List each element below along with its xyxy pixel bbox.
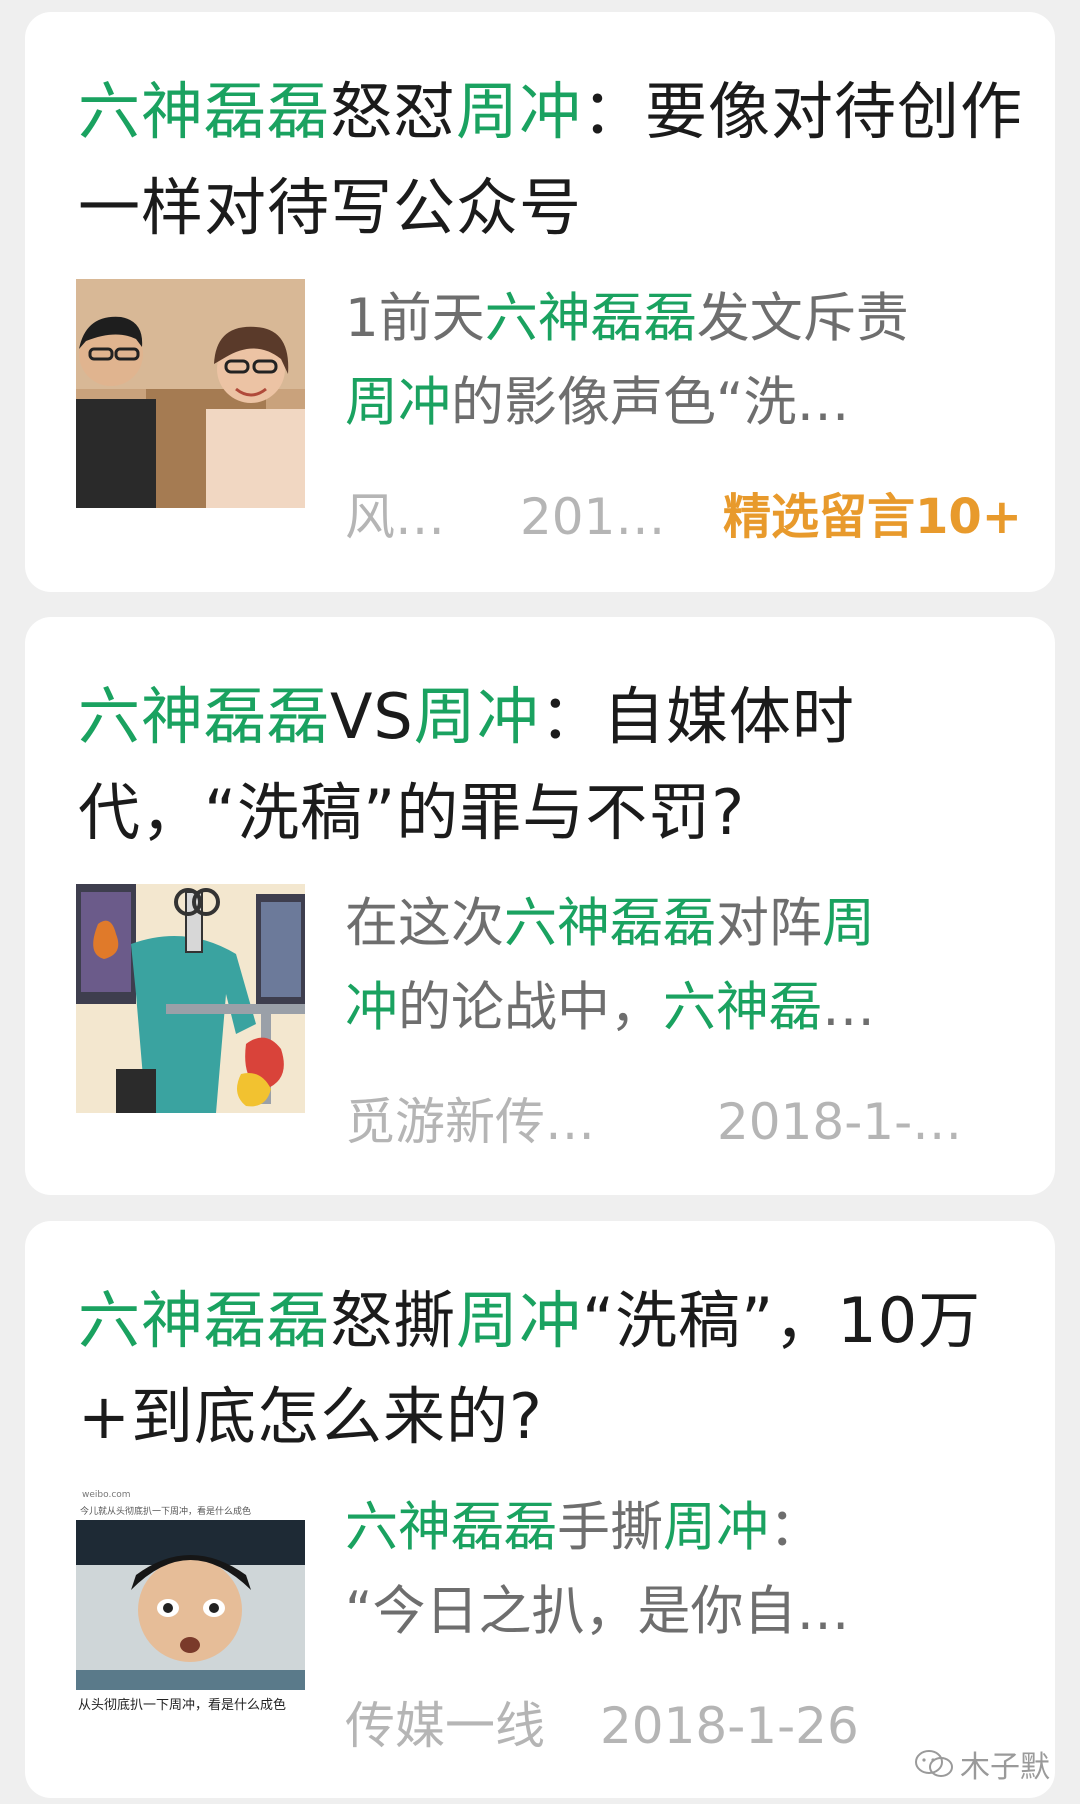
snippet-line: 在这次六神磊磊对阵周 [345, 882, 1035, 966]
keyword-highlight: 冲 [345, 977, 398, 1038]
text-fragment: ： [769, 1497, 822, 1558]
snippet-line: “今日之扒，是你自… [345, 1570, 1035, 1654]
thumb-top-caption: 今儿就从头彻底扒一下周冲，看是什么成色 [80, 1507, 252, 1517]
text-fragment: 发文斥责 [696, 288, 909, 349]
result-snippet: 1前天六神磊磊发文斥责 周冲的影像声色“洗… [345, 277, 1035, 445]
result-thumbnail[interactable]: weibo.com 今儿就从头彻底扒一下周冲，看是什么成色 从头彻底扒一下周冲，… [76, 1488, 305, 1717]
photo-two-people-icon [76, 279, 305, 508]
keyword-highlight: 六神磊 [663, 977, 822, 1038]
result-source: 传媒一线 [345, 1697, 545, 1755]
search-result-card[interactable]: 六神磊磊怒撕周冲“洗稿”，10万+到底怎么来的? weibo.com 今儿就从头… [25, 1221, 1055, 1798]
result-date: 2018-1-26 [600, 1697, 859, 1755]
search-result-card[interactable]: 六神磊磊VS周冲：自媒体时代，“洗稿”的罪与不罚? 在这次六神磊磊对阵周 冲的论… [25, 617, 1055, 1195]
watermark: 木子默 [914, 1742, 1050, 1786]
result-title[interactable]: 六神磊磊VS周冲：自媒体时代，“洗稿”的罪与不罚? [78, 669, 978, 861]
result-snippet: 在这次六神磊磊对阵周 冲的论战中，六神磊… [345, 882, 1035, 1050]
keyword-highlight: 周冲 [456, 75, 583, 148]
keyword-highlight: 周 [822, 893, 875, 954]
wechat-icon [915, 1750, 953, 1777]
keyword-highlight: 周冲 [663, 1497, 769, 1558]
result-source: 觅游新传… [345, 1093, 595, 1151]
text-fragment: 在这次 [345, 893, 504, 954]
result-date: 201… [520, 488, 666, 546]
keyword-highlight: 六神磊磊 [484, 288, 697, 349]
keyword-highlight: 周冲 [413, 680, 540, 753]
keyword-highlight: 六神磊磊 [504, 893, 716, 954]
watermark-text: 木子默 [960, 1750, 1050, 1785]
keyword-highlight: 周冲 [345, 372, 451, 433]
result-meta: 风… 201… 精选留言10+ [345, 482, 1045, 552]
keyword-highlight: 六神磊磊 [78, 75, 331, 148]
text-fragment: 手撕 [557, 1497, 663, 1558]
snippet-line: 1前天六神磊磊发文斥责 [345, 277, 1035, 361]
weibo-screenshot-meme-icon [76, 1520, 305, 1690]
comments-badge: 精选留言10+ [723, 489, 1023, 545]
text-fragment: 对阵 [716, 893, 822, 954]
text-fragment: 1前天 [345, 288, 485, 349]
thumb-bottom-caption: 从头彻底扒一下周冲，看是什么成色 [78, 1698, 287, 1713]
text-fragment: … [822, 977, 875, 1038]
keyword-highlight: 六神磊磊 [78, 680, 331, 753]
result-meta: 觅游新传… 2018-1-… [345, 1087, 1045, 1157]
snippet-line: 冲的论战中，六神磊… [345, 966, 1035, 1050]
text-fragment: VS [330, 680, 414, 753]
result-snippet: 六神磊磊手撕周冲： “今日之扒，是你自… [345, 1486, 1035, 1654]
thumb-url: weibo.com [82, 1490, 131, 1500]
keyword-highlight: 周冲 [456, 1284, 583, 1357]
text-fragment: 怒撕 [330, 1284, 457, 1357]
snippet-line: 周冲的影像声色“洗… [345, 361, 1035, 445]
result-title[interactable]: 六神磊磊怒撕周冲“洗稿”，10万+到底怎么来的? [78, 1273, 1008, 1465]
snippet-line: 六神磊磊手撕周冲： [345, 1486, 1035, 1570]
keyword-highlight: 六神磊磊 [345, 1497, 557, 1558]
text-fragment: 的论战中， [398, 977, 663, 1038]
result-date: 2018-1-… [717, 1093, 963, 1151]
text-fragment: 怒怼 [330, 75, 457, 148]
result-source: 风… [345, 488, 445, 546]
text-fragment: “今日之扒，是你自… [345, 1581, 850, 1642]
cartoon-scissors-illustration-icon [76, 884, 305, 1113]
keyword-highlight: 六神磊磊 [78, 1284, 331, 1357]
text-fragment: 的影像声色“洗… [451, 372, 850, 433]
result-title[interactable]: 六神磊磊怒怼周冲：要像对待创作一样对待写公众号 [78, 64, 1038, 256]
result-thumbnail[interactable] [76, 884, 305, 1113]
result-thumbnail[interactable] [76, 279, 305, 508]
search-result-card[interactable]: 六神磊磊怒怼周冲：要像对待创作一样对待写公众号 1前天六神磊磊发文斥责 周冲的影… [25, 12, 1055, 592]
